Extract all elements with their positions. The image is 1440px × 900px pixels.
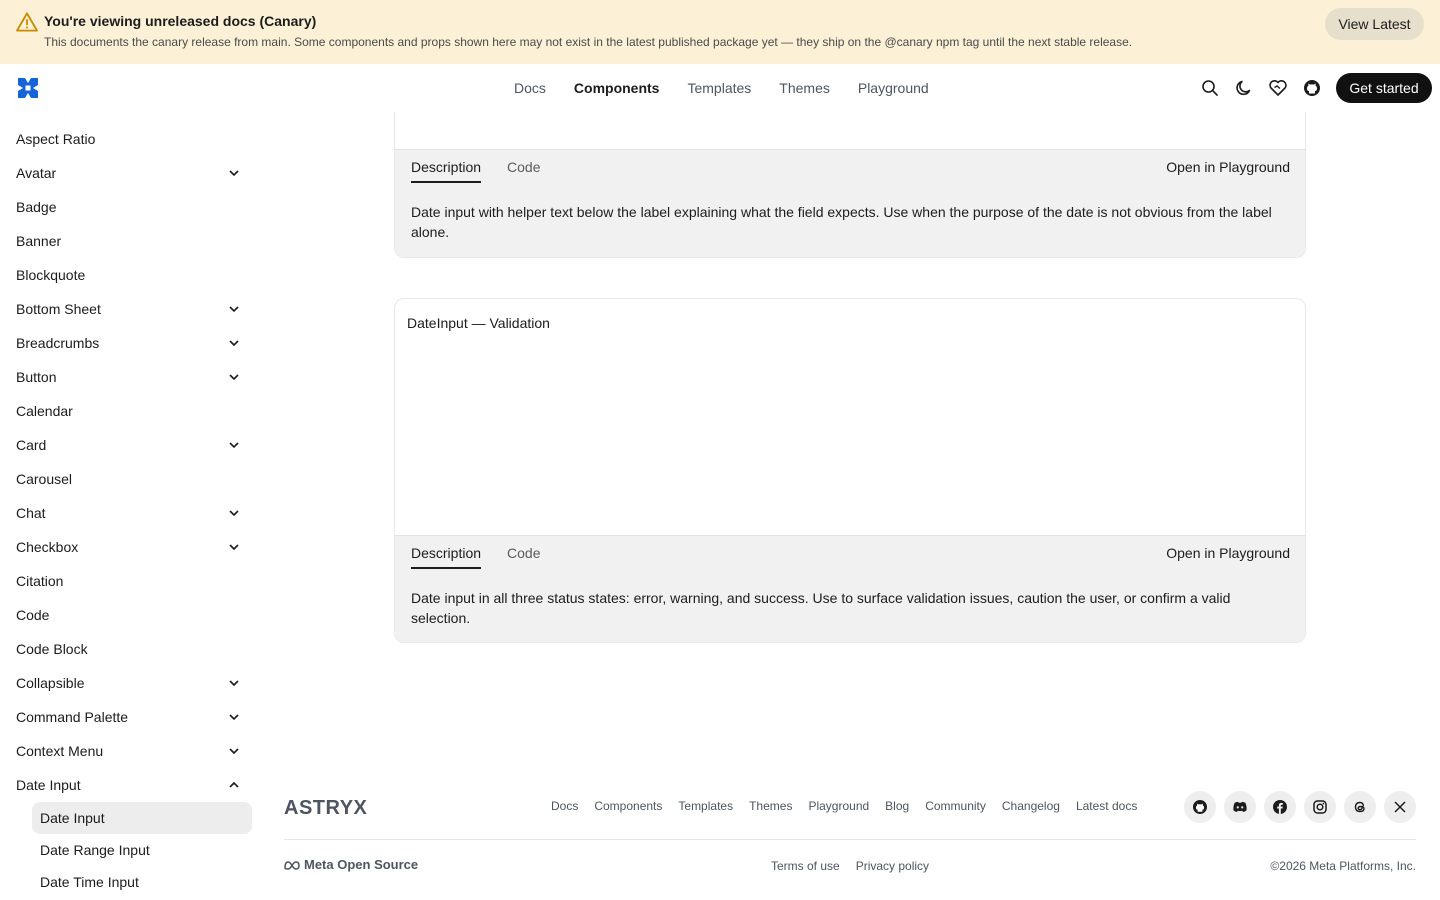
header-icons: [1200, 78, 1322, 98]
sidebar-item-context-menu[interactable]: Context Menu: [16, 736, 246, 766]
chevron-down-icon: [229, 306, 239, 313]
tab-description[interactable]: Description: [411, 545, 482, 569]
get-started-button[interactable]: Get started: [1336, 73, 1432, 103]
view-latest-button[interactable]: View Latest: [1325, 8, 1424, 40]
nav-themes[interactable]: Themes: [779, 80, 830, 96]
example-card-helper-text: Description Code Open in Playground Date…: [394, 112, 1306, 258]
footer-legal: Terms of use Privacy policy: [771, 859, 929, 873]
sidebar-subitem-date-input[interactable]: Date Input: [32, 802, 252, 834]
example-description: Date input in all three status states: e…: [411, 590, 1231, 626]
sidebar-item-chat[interactable]: Chat: [16, 498, 246, 528]
footer-logo[interactable]: ASTRYX: [284, 797, 380, 817]
x-icon[interactable]: [1384, 791, 1416, 823]
example-description-panel: Description Code Open in Playground Date…: [395, 535, 1305, 642]
sidebar-item-bottom-sheet[interactable]: Bottom Sheet: [16, 294, 246, 324]
terms-of-use-link[interactable]: Terms of use: [771, 859, 840, 873]
example-title: DateInput — Validation: [407, 315, 550, 331]
chevron-down-icon: [229, 510, 239, 517]
sidebar-item-date-input[interactable]: Date Input: [16, 770, 246, 800]
sidebar-item-code-block[interactable]: Code Block: [16, 634, 246, 664]
example-card-validation: DateInput — Validation Description Code …: [394, 298, 1306, 643]
chevron-down-icon: [229, 170, 239, 177]
footer-link-themes[interactable]: Themes: [749, 799, 792, 813]
footer-link-latest-docs[interactable]: Latest docs: [1076, 799, 1137, 813]
moon-icon[interactable]: [1234, 78, 1254, 98]
sidebar-item-calendar[interactable]: Calendar: [16, 396, 246, 426]
nav-templates[interactable]: Templates: [687, 80, 751, 96]
chevron-down-icon: [229, 680, 239, 687]
footer-divider: [284, 839, 1416, 840]
nav-playground[interactable]: Playground: [858, 80, 929, 96]
brand-logo-icon[interactable]: [16, 76, 40, 100]
heart-handshake-icon[interactable]: [1268, 78, 1288, 98]
meta-open-source-logo[interactable]: Meta Open Source: [284, 857, 418, 872]
chevron-down-icon: [229, 748, 239, 755]
chevron-down-icon: [229, 544, 239, 551]
nav-docs[interactable]: Docs: [514, 80, 546, 96]
sidebar-item-banner[interactable]: Banner: [16, 226, 246, 256]
discord-icon[interactable]: [1224, 791, 1256, 823]
github-icon[interactable]: [1184, 791, 1216, 823]
footer-link-components[interactable]: Components: [594, 799, 662, 813]
nav-components[interactable]: Components: [574, 80, 660, 96]
example-tabs: Description Code: [411, 159, 541, 183]
sidebar-item-citation[interactable]: Citation: [16, 566, 246, 596]
footer-link-docs[interactable]: Docs: [551, 799, 578, 813]
canary-banner: You're viewing unreleased docs (Canary) …: [0, 0, 1440, 64]
open-in-playground-link[interactable]: Open in Playground: [1166, 159, 1290, 175]
sidebar-item-collapsible[interactable]: Collapsible: [16, 668, 246, 698]
meta-icon: [284, 860, 300, 870]
chevron-down-icon: [229, 442, 239, 449]
tab-code[interactable]: Code: [507, 159, 540, 183]
component-sidebar: Aspect Ratio Avatar Badge Banner Blockqu…: [0, 112, 268, 900]
copyright: ©2026 Meta Platforms, Inc.: [1270, 859, 1416, 873]
sidebar-item-command-palette[interactable]: Command Palette: [16, 702, 246, 732]
sidebar-item-checkbox[interactable]: Checkbox: [16, 532, 246, 562]
sidebar-subitem-date-range-input[interactable]: Date Range Input: [32, 834, 252, 866]
privacy-policy-link[interactable]: Privacy policy: [856, 859, 929, 873]
banner-description: This documents the canary release from m…: [44, 35, 1133, 49]
sidebar-item-blockquote[interactable]: Blockquote: [16, 260, 246, 290]
tab-description[interactable]: Description: [411, 159, 482, 183]
chevron-down-icon: [229, 340, 239, 347]
banner-title: You're viewing unreleased docs (Canary): [44, 13, 317, 29]
sidebar-item-badge[interactable]: Badge: [16, 192, 246, 222]
footer-logo-text: ASTRYX: [284, 797, 368, 817]
instagram-icon[interactable]: [1304, 791, 1336, 823]
main-nav: Docs Components Templates Themes Playgro…: [514, 64, 929, 112]
chevron-up-icon: [229, 781, 239, 788]
facebook-icon[interactable]: [1264, 791, 1296, 823]
social-links: [1184, 791, 1416, 823]
chevron-down-icon: [229, 714, 239, 721]
footer-link-playground[interactable]: Playground: [808, 799, 869, 813]
tab-code[interactable]: Code: [507, 545, 540, 569]
threads-icon[interactable]: [1344, 791, 1376, 823]
sidebar-item-aspect-ratio[interactable]: Aspect Ratio: [16, 124, 246, 154]
example-tabs: Description Code: [411, 545, 541, 569]
sidebar-item-code[interactable]: Code: [16, 600, 246, 630]
github-icon[interactable]: [1302, 78, 1322, 98]
sidebar-item-button[interactable]: Button: [16, 362, 246, 392]
sidebar-item-carousel[interactable]: Carousel: [16, 464, 246, 494]
sidebar-item-breadcrumbs[interactable]: Breadcrumbs: [16, 328, 246, 358]
open-in-playground-link[interactable]: Open in Playground: [1166, 545, 1290, 561]
footer-nav: Docs Components Templates Themes Playgro…: [551, 799, 1137, 813]
chevron-down-icon: [229, 374, 239, 381]
search-icon[interactable]: [1200, 78, 1220, 98]
sidebar-item-card[interactable]: Card: [16, 430, 246, 460]
sidebar-item-avatar[interactable]: Avatar: [16, 158, 246, 188]
sidebar-subitem-date-time-input[interactable]: Date Time Input: [32, 866, 252, 898]
example-description-panel: Description Code Open in Playground Date…: [395, 149, 1305, 257]
example-description: Date input with helper text below the la…: [411, 204, 1272, 240]
footer-link-community[interactable]: Community: [925, 799, 986, 813]
top-header: Docs Components Templates Themes Playgro…: [0, 64, 1440, 112]
footer-link-changelog[interactable]: Changelog: [1002, 799, 1060, 813]
footer-link-blog[interactable]: Blog: [885, 799, 909, 813]
footer-link-templates[interactable]: Templates: [678, 799, 733, 813]
warning-icon: [16, 12, 38, 32]
